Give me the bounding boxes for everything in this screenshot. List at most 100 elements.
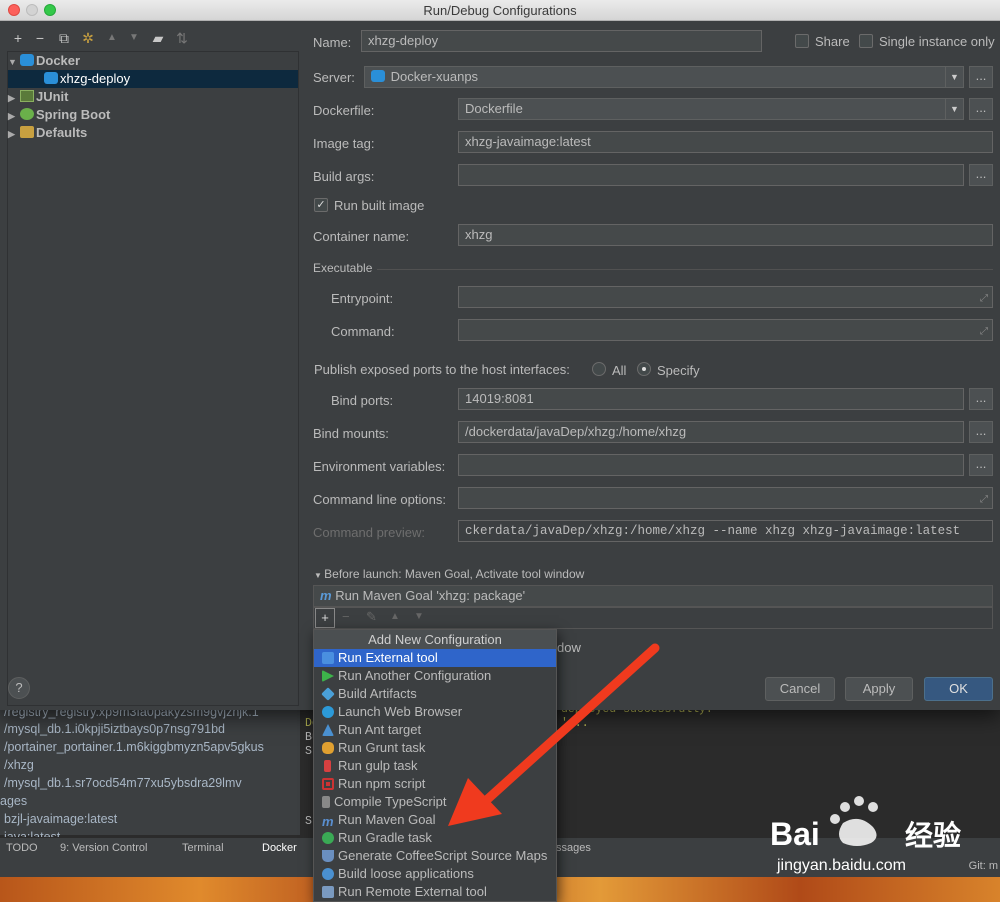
tree-item-docker[interactable]: ▼ Docker xyxy=(8,52,298,70)
grunt-icon xyxy=(322,742,334,754)
name-label: Name: xyxy=(313,35,352,50)
gradle-icon xyxy=(322,832,334,844)
specify-radio[interactable] xyxy=(637,362,651,376)
tab-todo[interactable]: TODO xyxy=(6,838,38,858)
share-label: Share xyxy=(815,34,850,49)
list-item[interactable]: /mysql_db.1.sr7ocd54m77xu5ybsdra29lmv xyxy=(4,774,242,792)
move-down-icon[interactable]: ▼ xyxy=(126,30,142,46)
wrench-icon xyxy=(322,652,334,664)
build-args-field[interactable] xyxy=(458,164,964,186)
tab-docker[interactable]: Docker xyxy=(262,838,297,858)
image-tag-field[interactable]: xhzg-javaimage:latest xyxy=(458,131,993,153)
menu-item-run-remote-external-tool[interactable]: Run Remote External tool xyxy=(314,883,556,901)
remove-icon[interactable]: − xyxy=(342,609,350,624)
typescript-icon xyxy=(322,796,330,808)
before-launch-toolbar: + − ✎ ▲ ▼ xyxy=(313,607,993,629)
cmdline-options-field[interactable]: ⤢ xyxy=(458,487,993,509)
move-up-icon[interactable]: ▲ xyxy=(104,30,120,46)
tree-item-junit[interactable]: ▶ JUnit xyxy=(8,88,298,106)
globe-icon xyxy=(322,706,334,718)
list-item[interactable]: /portainer_portainer.1.m6kiggbmyzn5apv5g… xyxy=(4,738,264,756)
list-item[interactable]: /xhzg xyxy=(4,756,34,774)
move-up-icon[interactable]: ▲ xyxy=(390,611,400,622)
env-vars-field[interactable] xyxy=(458,454,964,476)
run-built-image-checkbox[interactable]: ✓ xyxy=(314,198,328,212)
copy-icon[interactable]: ⧉ xyxy=(56,30,72,46)
list-item[interactable]: Run Maven Goal 'xhzg: package' xyxy=(335,588,525,603)
add-icon[interactable]: + xyxy=(10,30,26,46)
junit-icon xyxy=(20,90,34,102)
cmd-preview-field[interactable]: ckerdata/javaDep/xhzg:/home/xhzg --name … xyxy=(458,520,993,542)
list-item[interactable]: bzjl-javaimage:latest xyxy=(4,810,117,828)
ok-button[interactable]: OK xyxy=(924,677,993,701)
chevron-right-icon[interactable]: ▶ xyxy=(8,125,18,143)
server-select[interactable]: Docker-xuanps ▼ xyxy=(364,66,964,88)
server-browse-button[interactable]: ... xyxy=(969,66,993,88)
build-args-label: Build args: xyxy=(313,169,375,184)
folder-icon[interactable]: ▰ xyxy=(150,30,166,46)
coffee-icon xyxy=(322,850,334,862)
cmdline-options-label: Command line options: xyxy=(313,492,446,507)
tab-terminal[interactable]: Terminal xyxy=(182,838,224,858)
edit-icon[interactable]: ✎ xyxy=(366,609,377,625)
dockerfile-label: Dockerfile: xyxy=(313,103,375,118)
image-tag-label: Image tag: xyxy=(313,136,375,151)
all-radio-label: All xyxy=(612,363,627,378)
env-vars-browse-button[interactable]: ... xyxy=(969,454,993,476)
move-down-icon[interactable]: ▼ xyxy=(414,611,424,622)
chevron-right-icon[interactable]: ▶ xyxy=(8,107,18,125)
list-item[interactable]: /mysql_db.1.i0kpji5iztbays0p7nsg791bd xyxy=(4,720,225,738)
dockerfile-select[interactable]: Dockerfile ▼ xyxy=(458,98,964,120)
chevron-down-icon[interactable]: ▼ xyxy=(8,53,18,71)
docker-services-panel: /registry_registry.xp9m3fa0pakyzsm9gvjzn… xyxy=(0,705,300,844)
cancel-button[interactable]: Cancel xyxy=(765,677,835,701)
entrypoint-field[interactable]: ⤢ xyxy=(458,286,993,308)
single-instance-checkbox[interactable] xyxy=(859,34,873,48)
tab-messages[interactable]: ssages xyxy=(556,838,591,858)
apply-button[interactable]: Apply xyxy=(845,677,913,701)
all-radio[interactable] xyxy=(592,362,606,376)
chevron-down-icon[interactable]: ▼ xyxy=(945,99,963,119)
entrypoint-label: Entrypoint: xyxy=(331,291,394,306)
share-checkbox[interactable] xyxy=(795,34,809,48)
bind-mounts-field[interactable]: /dockerdata/javaDep/xhzg:/home/xhzg xyxy=(458,421,964,443)
remove-icon[interactable]: − xyxy=(32,30,48,46)
before-launch-label[interactable]: ▼ Before launch: Maven Goal, Activate to… xyxy=(314,567,584,581)
remote-tool-icon xyxy=(322,886,334,898)
annotation-arrow xyxy=(448,643,660,826)
tree-item-spring-boot[interactable]: ▶ Spring Boot xyxy=(8,106,298,124)
command-label: Command: xyxy=(331,324,395,339)
docker-icon xyxy=(44,72,58,84)
play-icon xyxy=(322,670,334,682)
publish-ports-label: Publish exposed ports to the host interf… xyxy=(314,362,570,377)
list-item[interactable]: ages xyxy=(0,792,27,810)
add-icon[interactable]: + xyxy=(315,608,335,628)
artifact-icon xyxy=(321,687,335,701)
help-button[interactable]: ? xyxy=(8,677,30,699)
chevron-down-icon[interactable]: ▼ xyxy=(314,571,324,580)
expand-icon[interactable]: ⤢ xyxy=(980,322,988,340)
chevron-right-icon[interactable]: ▶ xyxy=(8,89,18,107)
sort-icon[interactable]: ⇅ xyxy=(174,30,190,46)
chevron-down-icon[interactable]: ▼ xyxy=(945,67,963,87)
bind-ports-browse-button[interactable]: ... xyxy=(969,388,993,410)
build-args-browse-button[interactable]: ... xyxy=(969,164,993,186)
menu-item-generate-coffeescript[interactable]: Generate CoffeeScript Source Maps xyxy=(314,847,556,865)
tab-version-control[interactable]: 9: Version Control xyxy=(60,838,147,858)
expand-icon[interactable]: ⤢ xyxy=(980,289,988,307)
menu-item-build-loose-apps[interactable]: Build loose applications xyxy=(314,865,556,883)
tree-item-defaults[interactable]: ▶ Defaults xyxy=(8,124,298,142)
wrench-icon[interactable]: ✲ xyxy=(80,30,96,46)
command-field[interactable]: ⤢ xyxy=(458,319,993,341)
expand-icon[interactable]: ⤢ xyxy=(980,490,988,508)
bind-ports-field[interactable]: 14019:8081 xyxy=(458,388,964,410)
dockerfile-browse-button[interactable]: ... xyxy=(969,98,993,120)
name-field[interactable]: xhzg-deploy xyxy=(361,30,762,52)
splitter-handle[interactable] xyxy=(300,26,306,706)
wrench-icon xyxy=(20,126,34,138)
tree-item-xhzg-deploy[interactable]: xhzg-deploy xyxy=(8,70,298,88)
bind-ports-label: Bind ports: xyxy=(331,393,394,408)
container-name-field[interactable]: xhzg xyxy=(458,224,993,246)
spring-boot-icon xyxy=(20,108,34,120)
bind-mounts-browse-button[interactable]: ... xyxy=(969,421,993,443)
